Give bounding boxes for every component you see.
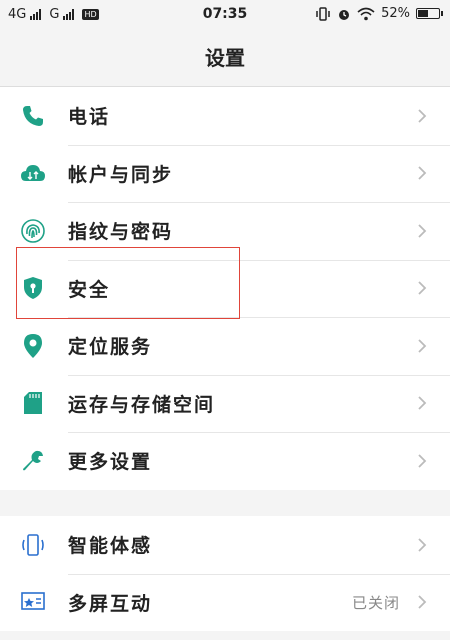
settings-item-phone[interactable]: 电话	[0, 87, 450, 145]
phone-icon	[16, 99, 50, 133]
cloud-sync-icon	[16, 156, 50, 190]
settings-item-label: 电话	[68, 106, 111, 129]
chevron-right-icon	[412, 393, 432, 413]
settings-item-more[interactable]: 更多设置	[0, 432, 450, 490]
battery-icon	[416, 8, 443, 19]
shield-icon	[16, 271, 50, 305]
chevron-right-icon	[412, 336, 432, 356]
settings-item-security[interactable]: 安全	[0, 259, 450, 318]
chevron-right-icon	[412, 221, 432, 241]
phone-gesture-icon	[16, 528, 50, 562]
settings-item-account-sync[interactable]: 帐户与同步	[0, 144, 450, 203]
settings-item-smart-motion[interactable]: 智能体感	[0, 516, 450, 574]
battery-percent: 52%	[381, 6, 410, 21]
settings-item-label: 智能体感	[68, 535, 153, 558]
chevron-right-icon	[412, 535, 432, 555]
settings-item-label: 定位服务	[68, 336, 153, 359]
status-bar: 4G G HD 07:35 52%	[0, 0, 450, 30]
settings-item-label: 更多设置	[68, 451, 153, 474]
settings-item-storage[interactable]: 运存与存储空间	[0, 374, 450, 433]
settings-item-label: 帐户与同步	[68, 163, 174, 186]
chevron-right-icon	[412, 592, 432, 612]
fingerprint-icon	[16, 214, 50, 248]
settings-item-label: 安全	[68, 278, 111, 301]
settings-item-location[interactable]: 定位服务	[0, 317, 450, 375]
wifi-icon	[357, 7, 375, 20]
multiscreen-status: 已关闭	[351, 593, 400, 612]
settings-item-fingerprint-password[interactable]: 指纹与密码	[0, 202, 450, 260]
location-pin-icon	[16, 329, 50, 363]
chevron-right-icon	[412, 163, 432, 183]
settings-item-multiscreen[interactable]: 多屏互动 已关闭	[0, 573, 450, 632]
battery-fill	[418, 10, 428, 17]
wrench-icon	[16, 444, 50, 478]
settings-group-secondary: 智能体感 多屏互动 已关闭	[0, 516, 450, 631]
settings-group-main: 电话 帐户与同步 指纹与密码 安全 定位服务 运存与存储空间 更多设置	[0, 87, 450, 490]
vibrate-icon	[316, 6, 330, 21]
settings-item-label: 多屏互动	[68, 592, 153, 615]
screen-cast-icon	[16, 585, 50, 619]
page-title: 设置	[0, 30, 450, 87]
settings-item-label: 运存与存储空间	[68, 393, 216, 416]
chevron-right-icon	[412, 451, 432, 471]
sd-card-icon	[16, 386, 50, 420]
alarm-icon	[339, 9, 350, 20]
status-right: 52%	[315, 6, 443, 21]
chevron-right-icon	[412, 278, 432, 298]
settings-item-label: 指纹与密码	[68, 221, 174, 244]
chevron-right-icon	[412, 106, 432, 126]
